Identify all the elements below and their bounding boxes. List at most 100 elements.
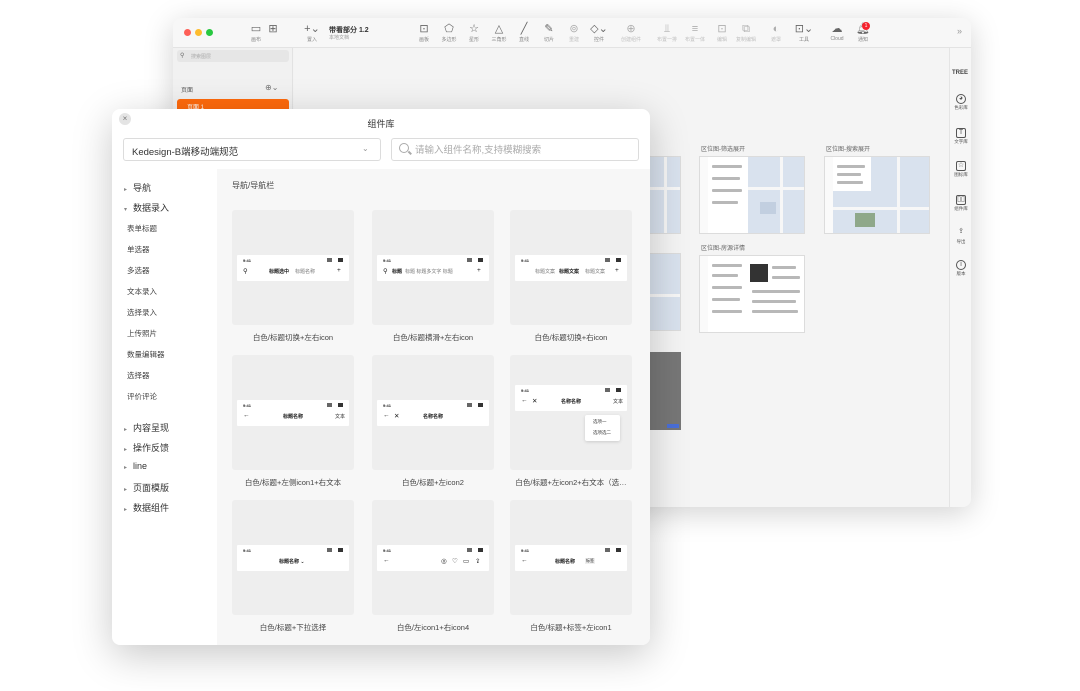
canvas-frame-search[interactable]	[824, 156, 930, 234]
tree-subitem[interactable]: 选择器	[127, 370, 150, 381]
toolbar-mask[interactable]: ◐ 遮罩	[765, 22, 787, 48]
component-card[interactable]: 9:41 ⚲ 标题 标题 标题多文字 标题 +	[372, 210, 494, 325]
frame-label: 区位图-筛选展开	[701, 147, 745, 153]
more-chevron-icon[interactable]: »	[957, 26, 962, 36]
toolbar-star[interactable]: ☆ 星形	[461, 22, 487, 48]
toolbar-create-component[interactable]: ⊕ 创建组件	[616, 22, 646, 48]
right-tool-image[interactable]: ☆ 图标库	[950, 161, 971, 178]
share-icon: ⇪	[475, 558, 481, 565]
heart-icon: ♡	[452, 558, 458, 565]
tree-item[interactable]: ▸ 页面模版	[124, 481, 169, 494]
image-icon: ☆	[956, 161, 966, 171]
tree-subitem[interactable]: 上传照片	[127, 328, 157, 339]
right-toolbar: TREE ◕ 色彩库 T 文字库 ☆ 图标库 ▯▯ 组件库 ⇪ 导出 i 版本	[949, 48, 971, 507]
component-library-dialog: × 组件库 Kedesign-B端移动端规范 ⌄ ▸导航 ▾数据录入 表单标题 …	[112, 109, 650, 645]
navbar-preview: 9:41 标题名称 ⌄	[237, 545, 349, 571]
tree-subitem[interactable]: 多选器	[127, 265, 150, 276]
component-card-label: 白色/标题+标签+左icon1	[530, 623, 612, 632]
title-bar: ▭ 画布 ⊞ +⌄ 置入 带看部分 1.2 本地文档 ⊡ 画板 ⬠ 多边形 ☆ 星形 …	[173, 18, 971, 48]
status-bar-icons	[467, 548, 483, 552]
zoom-window-button[interactable]	[206, 29, 213, 36]
toolbar-copy-edit[interactable]: ⧉ 复制编辑	[731, 22, 761, 48]
canvas-frame-partial[interactable]	[649, 352, 681, 430]
tree-subitem[interactable]: 选择录入	[127, 307, 157, 318]
toolbar-align-v[interactable]: ≡ 布置一体	[681, 22, 709, 48]
right-tool-components[interactable]: ▯▯ 组件库	[950, 195, 971, 212]
grid-view-icon[interactable]: ⊞	[267, 22, 279, 48]
plus-icon: +	[615, 267, 619, 274]
component-card[interactable]: 9:41 ← ◎ ♡ ▭ ⇪	[372, 500, 494, 615]
canvas-frame-partial[interactable]	[649, 156, 681, 234]
right-tool-version[interactable]: i 版本	[950, 260, 971, 277]
right-tool-text[interactable]: T 文字库	[950, 128, 971, 145]
pen-icon: ✎	[544, 23, 554, 35]
toolbar-polygon[interactable]: ⬠ 多边形	[436, 22, 462, 48]
dropdown-menu-preview: 选项一 选项选二	[585, 415, 620, 441]
close-icon: ✕	[394, 413, 400, 420]
tree-item[interactable]: ▸ 内容呈现	[124, 421, 169, 434]
search-icon: ⚲	[243, 268, 248, 275]
tree-subitem[interactable]: 表单标题	[127, 223, 157, 234]
toolbar-edit[interactable]: ⊡ 编辑	[711, 22, 733, 48]
component-card[interactable]: 9:41 ← 标题名称 标签	[510, 500, 632, 615]
status-bar-icons	[605, 258, 621, 262]
layer-search-input[interactable]: 搜索图层	[177, 50, 289, 62]
component-card-label: 白色/标题+下拉选择	[259, 623, 327, 632]
toolbar-component[interactable]: ◇⌄ 控件	[586, 22, 612, 48]
copy-edit-icon: ⧉	[742, 23, 750, 35]
tree-subitem[interactable]: 评价评论	[127, 391, 157, 402]
tree-item-navigation[interactable]: ▸ 导航	[124, 181, 151, 194]
component-card[interactable]: 9:41 ← ✕ 名称名称 文本 选项一 选项选二	[510, 355, 632, 470]
cloud-icon: ☁	[831, 23, 843, 35]
tree-item[interactable]: ▸ 操作反馈	[124, 441, 169, 454]
canvas-frame-detail[interactable]	[699, 255, 805, 333]
tree-subitem[interactable]: 单选器	[127, 244, 150, 255]
chevron-right-icon: ▸	[124, 427, 128, 433]
section-title: 导航/导航栏	[232, 181, 275, 190]
chevron-down-icon[interactable]: ⌄	[362, 144, 370, 153]
tree-item[interactable]: ▸ 数据组件	[124, 501, 169, 514]
component-card-label: 白色/左icon1+右icon4	[396, 623, 470, 632]
toolbar-line[interactable]: ╱ 直线	[511, 22, 537, 48]
right-tool-export[interactable]: ⇪ 导出	[950, 228, 971, 245]
plus-icon: +⌄	[304, 23, 320, 35]
component-card[interactable]: 9:41 标题名称 ⌄	[232, 500, 354, 615]
diamond-icon: ◇⌄	[590, 23, 608, 35]
tree-subitem[interactable]: 数量编辑器	[127, 349, 165, 360]
toolbar-canvas[interactable]: ▭ 画布	[245, 22, 267, 48]
right-tool-palette[interactable]: ◕ 色彩库	[950, 94, 971, 111]
close-window-button[interactable]	[184, 29, 191, 36]
toolbar-frame[interactable]: ⊡ 画板	[411, 22, 437, 48]
target-icon: ◎	[441, 558, 447, 565]
add-page-icon[interactable]: ⊕⌄	[265, 83, 278, 92]
toolbar-rebuild[interactable]: ⊚ 重建	[561, 22, 587, 48]
search-icon	[399, 143, 409, 153]
search-icon: ⚲	[180, 53, 185, 59]
component-search-input[interactable]	[415, 144, 630, 156]
status-bar-icons	[467, 403, 483, 407]
tree-item-data-entry[interactable]: ▾ 数据录入	[124, 201, 169, 214]
search-icon: ⚲	[383, 268, 388, 275]
toolbar-insert[interactable]: +⌄ 置入	[303, 22, 321, 48]
component-card[interactable]: 9:41 ⚲ 标题选中 标题名称 +	[232, 210, 354, 325]
tree-item[interactable]: ▸ line	[124, 461, 147, 471]
toolbar-cloud[interactable]: ☁ Cloud	[825, 22, 849, 48]
component-card-label: 白色/标题+左icon2	[402, 478, 464, 487]
canvas-frame-partial[interactable]	[649, 253, 681, 331]
component-card[interactable]: 9:41 ← 标题名称 文本	[232, 355, 354, 470]
chevron-right-icon: ▸	[124, 187, 128, 193]
triangle-icon: △	[494, 23, 504, 35]
toolbar-tools[interactable]: ⊡⌄ 工具	[791, 22, 817, 48]
minimize-window-button[interactable]	[195, 29, 202, 36]
frame-label: 区位图-房源详情	[701, 246, 745, 252]
library-select[interactable]: Kedesign-B端移动端规范	[123, 138, 381, 161]
toolbar-align-h[interactable]: ⫫ 布置一排	[653, 22, 681, 48]
toolbar-triangle[interactable]: △ 三角形	[486, 22, 512, 48]
dialog-title: 组件库	[367, 119, 395, 129]
component-card[interactable]: 9:41 ← ✕ 名称名称	[372, 355, 494, 470]
canvas-frame-filter[interactable]	[699, 156, 805, 234]
arrow-left-icon: ←	[521, 397, 528, 404]
component-card[interactable]: 9:41 标题文案 标题文案 标题文案 +	[510, 210, 632, 325]
tree-subitem[interactable]: 文本录入	[127, 286, 157, 297]
toolbar-slice[interactable]: ✎ 切片	[536, 22, 562, 48]
